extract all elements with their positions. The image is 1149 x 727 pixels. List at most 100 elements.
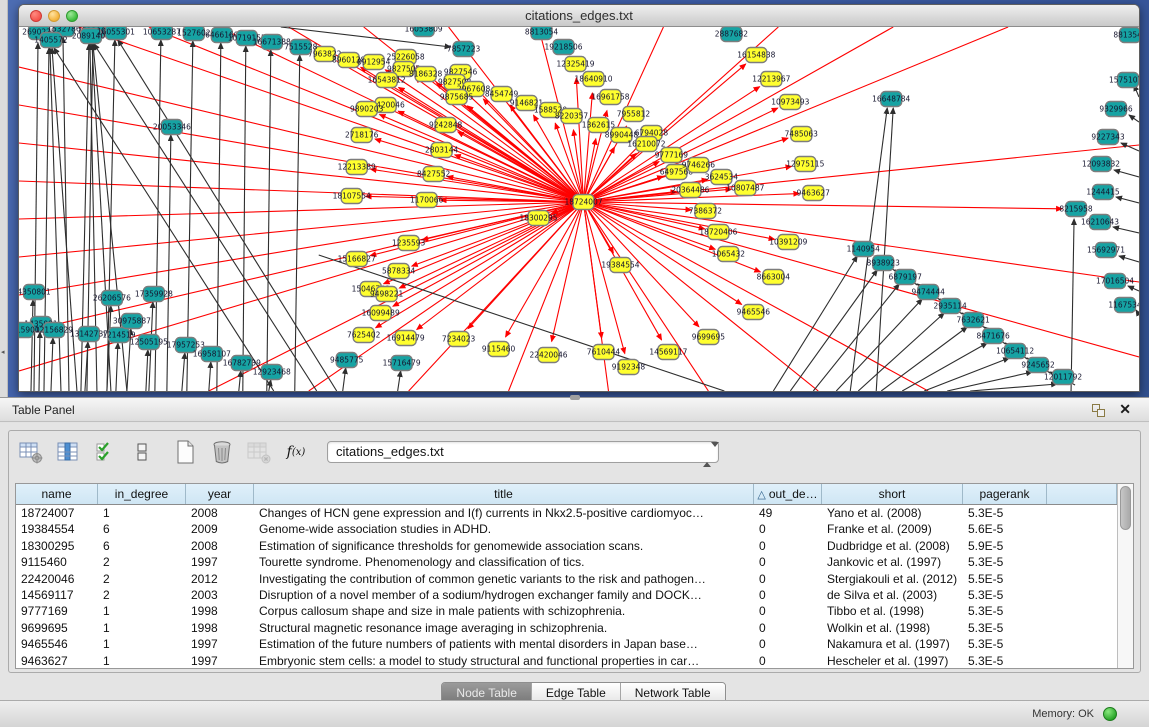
scrollbar-thumb[interactable] [1120, 486, 1131, 530]
network-graph-canvas[interactable]: 1872400779638228960128891295425226058982… [19, 27, 1139, 391]
graph-node[interactable]: 18720406 [699, 225, 737, 240]
table-row[interactable]: 1456911722003Disruption of a novel membe… [16, 587, 1117, 603]
graph-node[interactable]: 9498221 [370, 287, 404, 302]
table-row[interactable]: 1938455462009Genome-wide association stu… [16, 521, 1117, 537]
graph-node[interactable]: 16053809 [405, 27, 443, 37]
graph-node[interactable]: 17359928 [135, 287, 173, 302]
graph-node[interactable]: 2718176 [345, 128, 379, 143]
graph-node[interactable]: 18640910 [574, 72, 612, 87]
graph-node[interactable]: 10391209 [769, 235, 807, 250]
graph-node[interactable]: 15166827 [338, 252, 376, 267]
graph-node[interactable]: 9245652 [1021, 358, 1055, 373]
graph-node[interactable]: 15692971 [1087, 243, 1125, 258]
graph-node[interactable]: 12975115 [786, 157, 824, 172]
table-row[interactable]: 2242004622012Investigating the contribut… [16, 571, 1117, 587]
graph-node[interactable]: 4350801 [19, 285, 51, 300]
graph-node[interactable]: 16099489 [362, 306, 400, 321]
graph-node[interactable]: 7234023 [442, 332, 476, 347]
column-header-pagerank[interactable]: pagerank [963, 484, 1047, 504]
graph-node[interactable]: 19384554 [601, 258, 639, 273]
graph-node[interactable]: 7857223 [447, 42, 481, 57]
column-header-title[interactable]: title [254, 484, 754, 504]
graph-node[interactable]: 12011792 [1044, 370, 1082, 385]
graph-node[interactable]: 1170066 [410, 193, 444, 208]
graph-node[interactable]: 1140954 [847, 242, 881, 257]
graph-node[interactable]: 9115460 [482, 342, 516, 357]
graph-node[interactable]: 7485063 [785, 127, 819, 142]
table-row[interactable]: 946554611997Estimation of the future num… [16, 636, 1117, 652]
graph-node[interactable]: 20053346 [153, 120, 191, 135]
graph-node[interactable]: 16543812 [368, 73, 406, 88]
graph-node[interactable]: 30975887 [113, 314, 151, 329]
graph-node[interactable]: 19218506 [544, 40, 582, 55]
graph-node[interactable]: 16648784 [872, 92, 910, 107]
graph-node[interactable]: 16210072 [627, 137, 665, 152]
graph-node[interactable]: 2935114 [934, 299, 968, 314]
graph-node[interactable]: 8471676 [976, 329, 1010, 344]
graph-node[interactable]: 12213967 [752, 72, 790, 87]
graph-node[interactable]: 14569117 [649, 345, 687, 360]
table-row[interactable]: 911546021997Tourette syndrome. Phenomeno… [16, 554, 1117, 570]
column-header-out-de-[interactable]: △out_de… [754, 484, 822, 504]
graph-node[interactable]: 16154838 [737, 48, 775, 63]
graph-node[interactable]: 7386372 [689, 204, 723, 219]
table-select-dropdown[interactable]: citations_edges.txt [327, 441, 719, 463]
column-header-name[interactable]: name [16, 484, 98, 504]
delete-entry-button[interactable] [208, 439, 236, 465]
select-all-button[interactable] [91, 439, 119, 465]
graph-node[interactable]: 12505195 [130, 335, 168, 350]
graph-node[interactable]: 18107554 [333, 189, 371, 204]
select-columns-button[interactable] [54, 439, 82, 465]
graph-node[interactable]: 1244415 [1086, 185, 1120, 200]
graph-node[interactable]: 26206576 [93, 291, 131, 306]
graph-node[interactable]: 12093832 [1082, 157, 1120, 172]
float-panel-icon[interactable] [1092, 404, 1105, 417]
panel-collapse-arrow-icon[interactable]: ◂ [1, 348, 5, 356]
graph-node[interactable]: 1167534 [1108, 298, 1139, 313]
graph-node[interactable]: 12923468 [253, 365, 291, 380]
graph-node[interactable]: 10807487 [726, 181, 764, 196]
graph-node[interactable]: 8938923 [867, 256, 901, 271]
graph-node[interactable]: 15751074 [1109, 73, 1139, 88]
graph-node[interactable]: 9699695 [692, 330, 726, 345]
close-panel-icon[interactable]: ✕ [1119, 401, 1131, 418]
graph-node[interactable]: 1235593 [392, 236, 426, 251]
column-header-in-degree[interactable]: in_degree [98, 484, 186, 504]
graph-node[interactable]: 9465546 [737, 305, 771, 320]
table-row[interactable]: 969969511998Structural magnetic resonanc… [16, 620, 1117, 636]
graph-node[interactable]: 22420046 [529, 348, 567, 363]
graph-node[interactable]: 16914479 [387, 331, 425, 346]
graph-node[interactable]: 9192348 [612, 360, 646, 375]
graph-node[interactable]: 12213389 [338, 160, 376, 175]
splitter-handle[interactable] [570, 395, 580, 400]
graph-node[interactable]: 9463627 [797, 186, 831, 201]
graph-node[interactable]: 16961758 [591, 90, 629, 105]
column-header-year[interactable]: year [186, 484, 254, 504]
function-builder-button[interactable]: f(x) [282, 439, 310, 465]
vertical-scrollbar[interactable] [1117, 484, 1133, 668]
graph-node[interactable]: 8813544 [1113, 28, 1139, 43]
graph-node[interactable]: 5878334 [382, 264, 416, 279]
graph-node[interactable]: 2887682 [715, 27, 749, 42]
graph-node[interactable]: 10654112 [996, 344, 1034, 359]
graph-node[interactable]: 8215958 [1059, 202, 1093, 217]
graph-node[interactable]: 8663004 [757, 270, 791, 285]
graph-node[interactable]: 9227343 [1091, 130, 1125, 145]
graph-node[interactable]: 9890203 [350, 102, 384, 117]
graph-node[interactable]: 9474444 [912, 285, 946, 300]
graph-node[interactable]: 6879197 [889, 270, 923, 285]
graph-node[interactable]: 15716479 [383, 356, 421, 371]
memory-status-icon[interactable] [1103, 707, 1117, 721]
row-height-button[interactable] [128, 439, 156, 465]
table-row[interactable]: 946362711997Embryonic stem cells: a mode… [16, 653, 1117, 668]
column-header-short[interactable]: short [822, 484, 963, 504]
graph-node[interactable]: 12325419 [556, 57, 594, 72]
graph-node[interactable]: 9875685 [440, 90, 474, 105]
graph-node[interactable]: 20364486 [671, 183, 709, 198]
graph-node[interactable]: 7610444 [587, 345, 621, 360]
table-row[interactable]: 1830029562008Estimation of significance … [16, 538, 1117, 554]
graph-node[interactable]: 9329966 [1099, 102, 1133, 117]
graph-node[interactable]: 8912954 [357, 55, 391, 70]
table-settings-button[interactable] [17, 439, 45, 465]
new-document-button[interactable] [171, 439, 199, 465]
